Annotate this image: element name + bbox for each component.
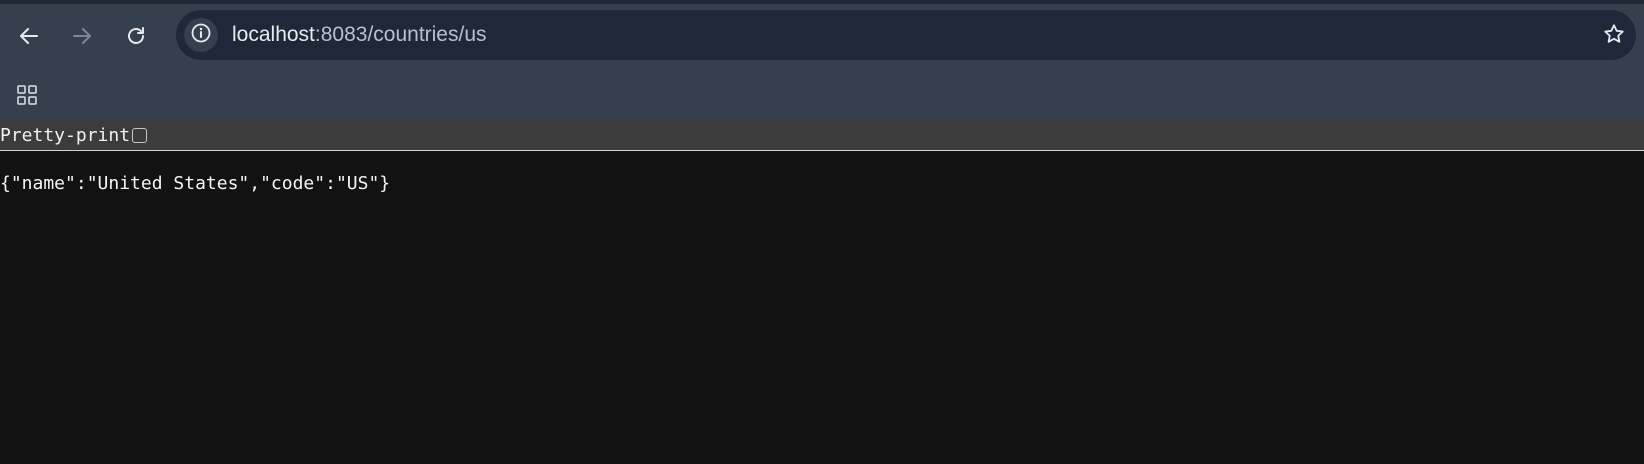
site-info-button[interactable] — [184, 18, 218, 52]
star-outline-icon — [1602, 22, 1626, 51]
pretty-print-checkbox[interactable] — [132, 128, 147, 143]
browser-toolbar: localhost:8083/countries/us — [0, 0, 1644, 74]
url-host: localhost — [232, 23, 315, 46]
pretty-print-label: Pretty-print — [0, 125, 131, 146]
apps-grid-icon — [15, 83, 39, 112]
reload-button[interactable] — [116, 16, 156, 56]
back-button[interactable] — [9, 16, 49, 56]
reload-icon — [124, 24, 148, 48]
json-formatter-bar: Pretty-print — [0, 121, 1644, 151]
arrow-left-icon — [17, 24, 41, 48]
browser-chrome: localhost:8083/countries/us — [0, 0, 1644, 121]
arrow-right-icon — [70, 24, 94, 48]
info-icon — [190, 22, 212, 49]
apps-button[interactable] — [10, 80, 44, 114]
bookmarks-bar — [0, 74, 1644, 121]
forward-button[interactable] — [62, 16, 102, 56]
url-path: :8083/countries/us — [314, 23, 487, 46]
json-content: {"name":"United States","code":"US"} — [0, 173, 391, 194]
bookmark-button[interactable] — [1600, 22, 1628, 50]
address-bar[interactable]: localhost:8083/countries/us — [176, 10, 1636, 60]
url-text[interactable]: localhost:8083/countries/us — [232, 23, 487, 47]
